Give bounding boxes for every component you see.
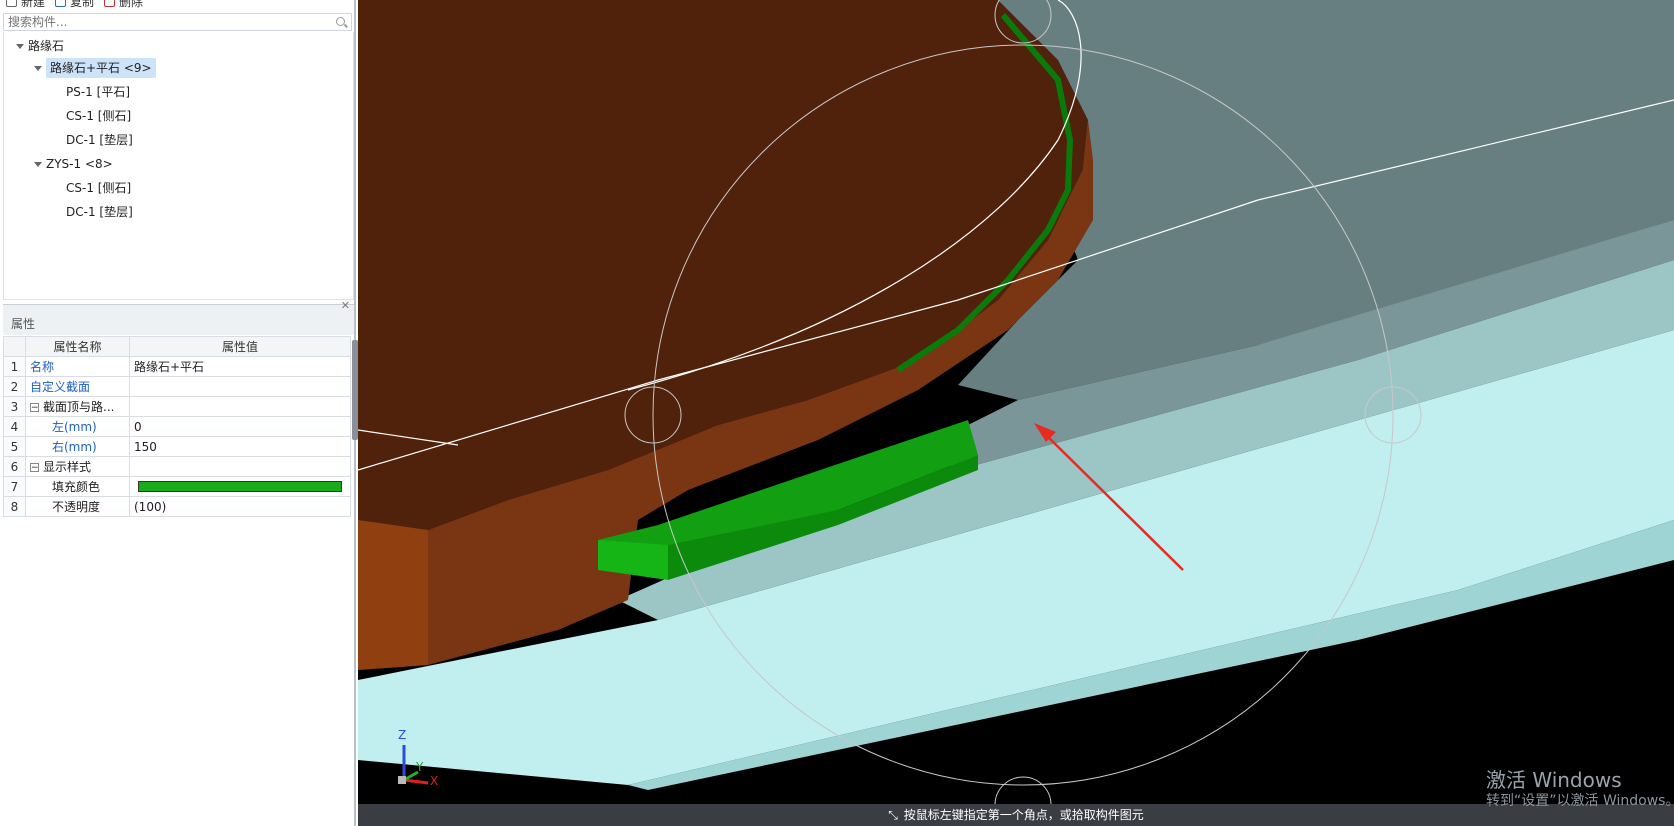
prop-name: 自定义截面: [25, 376, 130, 397]
delete-button[interactable]: 删除: [104, 0, 143, 10]
left-panel: 新建 复制 删除 路缘石 路缘石+平石 <9> PS-1 [平石] CS-1 […: [0, 0, 356, 826]
table-row[interactable]: 2 自定义截面: [3, 376, 351, 397]
axis-y-label: Y: [416, 760, 424, 774]
axis-x-label: X: [430, 774, 439, 788]
axis-z-label: Z: [398, 728, 407, 742]
properties-table: 属性名称 属性值 1 名称 路缘石+平石 2 自定义截面 3 − 截面顶与路...…: [3, 336, 351, 517]
tree-item[interactable]: PS-1 [平石]: [66, 82, 130, 102]
tree-item[interactable]: CS-1 [侧石]: [66, 106, 131, 126]
prop-group-name[interactable]: − 截面顶与路...: [25, 396, 130, 417]
activation-watermark-hint: 转到“设置”以激活 Windows。: [1486, 793, 1674, 809]
copy-button[interactable]: 复制: [55, 0, 94, 10]
prop-value-input[interactable]: (100): [129, 496, 351, 517]
tree-node-group1[interactable]: 路缘石+平石 <9>: [34, 58, 156, 78]
fill-color-swatch[interactable]: [129, 476, 351, 497]
prop-group-name[interactable]: − 显示样式: [25, 456, 130, 477]
prop-value-input[interactable]: [129, 396, 351, 417]
gizmo-handle-bottom[interactable]: [994, 776, 1052, 804]
delete-icon: [104, 0, 116, 7]
search-input[interactable]: [8, 15, 308, 29]
prop-value-input[interactable]: [129, 376, 351, 397]
table-row[interactable]: 6 − 显示样式: [3, 456, 351, 477]
curb-mass-front: [358, 520, 428, 670]
search-box: [3, 13, 352, 31]
axis-x-icon: [403, 778, 429, 785]
fill-color-bar[interactable]: [138, 481, 342, 492]
table-row[interactable]: 3 − 截面顶与路...: [3, 396, 351, 417]
table-row[interactable]: 5 右(mm) 150: [3, 436, 351, 457]
table-row[interactable]: 1 名称 路缘石+平石: [3, 356, 351, 377]
expand-caret-icon[interactable]: [16, 43, 24, 49]
collapse-icon[interactable]: −: [30, 463, 39, 473]
new-icon: [6, 0, 17, 7]
expand-caret-icon[interactable]: [34, 161, 42, 167]
tree-item[interactable]: DC-1 [垫层]: [66, 202, 133, 222]
collapse-icon[interactable]: −: [30, 403, 39, 413]
status-bar: ⤡ 按鼠标左键指定第一个角点，或拾取构件图元: [358, 804, 1674, 826]
scene-canvas[interactable]: [358, 0, 1674, 804]
prop-name: 填充颜色: [25, 476, 130, 497]
close-icon[interactable]: ✕: [341, 300, 350, 311]
component-tree: 路缘石 路缘石+平石 <9> PS-1 [平石] CS-1 [侧石] DC-1 …: [3, 32, 354, 300]
properties-header-bar: ✕: [3, 300, 354, 313]
prop-name: 不透明度: [25, 496, 130, 517]
col-value-header: 属性值: [129, 336, 351, 357]
component-toolbar: 新建 复制 删除: [0, 0, 360, 9]
prop-value-input[interactable]: 0: [129, 416, 351, 437]
prop-value-input[interactable]: 路缘石+平石: [129, 356, 351, 377]
tree-item[interactable]: CS-1 [侧石]: [66, 178, 131, 198]
expand-caret-icon[interactable]: [34, 65, 42, 71]
3d-viewport[interactable]: Z Y X: [358, 0, 1674, 804]
axis-origin-icon: [398, 776, 406, 784]
properties-title: 属性: [3, 313, 354, 335]
col-name-header: 属性名称: [25, 336, 130, 357]
search-icon[interactable]: [336, 16, 347, 28]
pick-cursor-icon: ⤡: [888, 808, 898, 822]
copy-icon: [55, 0, 67, 7]
new-button[interactable]: 新建: [6, 0, 45, 10]
table-row[interactable]: 8 不透明度 (100): [3, 496, 351, 517]
prop-name: 名称: [25, 356, 130, 377]
tree-node-group2[interactable]: ZYS-1 <8>: [34, 154, 113, 174]
prop-name: 右(mm): [25, 436, 130, 457]
table-header-row: 属性名称 属性值: [3, 336, 351, 357]
table-row[interactable]: 7 填充颜色: [3, 476, 351, 497]
col-no-header: [3, 336, 26, 357]
prop-value-input[interactable]: [129, 456, 351, 477]
status-text: 按鼠标左键指定第一个角点，或拾取构件图元: [903, 808, 1144, 822]
tree-item[interactable]: DC-1 [垫层]: [66, 130, 133, 150]
table-row[interactable]: 4 左(mm) 0: [3, 416, 351, 437]
prop-value-input[interactable]: 150: [129, 436, 351, 457]
prop-name: 左(mm): [25, 416, 130, 437]
activation-watermark-title: 激活 Windows: [1486, 768, 1622, 792]
tree-node-root[interactable]: 路缘石: [16, 36, 64, 56]
